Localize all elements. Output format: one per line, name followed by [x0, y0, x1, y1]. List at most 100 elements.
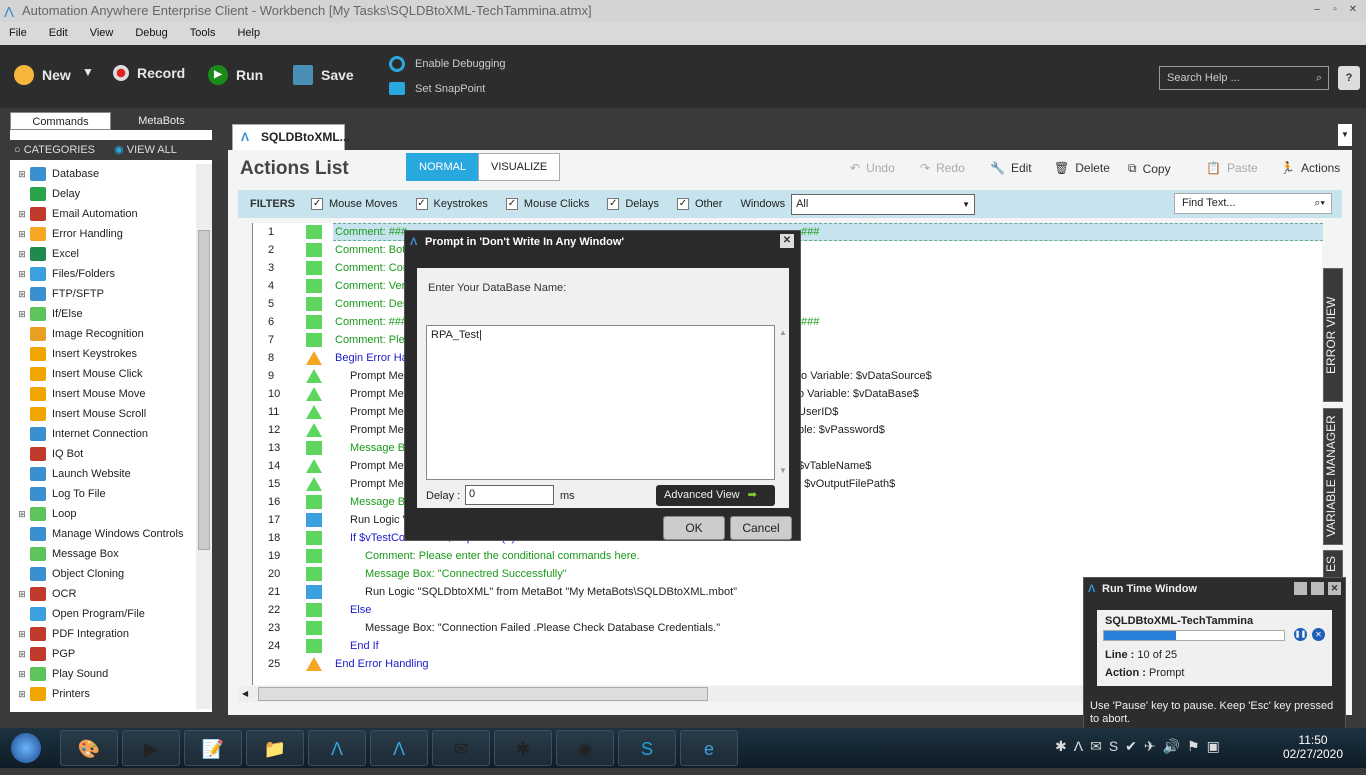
scroll-down-icon[interactable]: ▼: [779, 466, 787, 475]
command-item[interactable]: Launch Website: [10, 464, 195, 484]
taskbar-chrome[interactable]: ◉: [556, 730, 614, 766]
mode-normal-button[interactable]: NORMAL: [406, 153, 480, 181]
expand-icon[interactable]: ⊞: [17, 644, 27, 664]
taskbar-notepad[interactable]: 📝: [184, 730, 242, 766]
command-item[interactable]: ⊞ Files/Folders: [10, 264, 195, 284]
close-icon[interactable]: ✕: [1328, 582, 1341, 595]
command-item[interactable]: ⊞ Email Automation: [10, 204, 195, 224]
menu-file[interactable]: File: [9, 22, 27, 45]
menu-help[interactable]: Help: [237, 22, 260, 45]
command-item[interactable]: Manage Windows Controls: [10, 524, 195, 544]
expand-icon[interactable]: ⊞: [17, 204, 27, 224]
actions-button[interactable]: 🏃 Actions: [1280, 161, 1340, 175]
command-item[interactable]: ⊞ FTP/SFTP: [10, 284, 195, 304]
delete-button[interactable]: 🗑 Delete: [1054, 161, 1110, 175]
command-item[interactable]: Delay: [10, 184, 195, 204]
command-item[interactable]: ⊞ If/Else: [10, 304, 195, 324]
view-all-radio[interactable]: ◉ VIEW ALL: [114, 144, 177, 156]
categories-radio[interactable]: ○ CATEGORIES: [14, 144, 95, 156]
new-dropdown-button[interactable]: ▼: [82, 65, 94, 79]
expand-icon[interactable]: ⊞: [17, 624, 27, 644]
filter-checkbox[interactable]: ✓ Mouse Moves: [311, 198, 398, 210]
scroll-up-icon[interactable]: ▲: [779, 328, 787, 337]
taskbar-aa-1[interactable]: Λ: [308, 730, 366, 766]
filter-checkbox[interactable]: ✓ Other: [676, 198, 722, 210]
taskbar-slack[interactable]: ✱: [494, 730, 552, 766]
taskbar-skype[interactable]: S: [618, 730, 676, 766]
command-item[interactable]: ⊞ Database: [10, 164, 195, 184]
filter-checkbox[interactable]: ✓ Delays: [607, 198, 659, 210]
taskbar-paint[interactable]: 🎨: [60, 730, 118, 766]
undo-button[interactable]: ↶ Undo: [850, 161, 895, 175]
command-item[interactable]: ⊞ PDF Integration: [10, 624, 195, 644]
command-item[interactable]: Insert Mouse Move: [10, 384, 195, 404]
minimize-button[interactable]: –: [1310, 3, 1324, 17]
expand-icon[interactable]: ⊞: [17, 164, 27, 184]
stop-icon[interactable]: ✕: [1312, 628, 1325, 641]
filter-checkbox[interactable]: ✓ Mouse Clicks: [505, 198, 589, 210]
expand-icon[interactable]: ⊞: [17, 664, 27, 684]
save-button[interactable]: Save: [293, 65, 354, 85]
command-item[interactable]: ⊞ Play Sound: [10, 664, 195, 684]
command-item[interactable]: ⊞ PGP: [10, 644, 195, 664]
maximize-button[interactable]: [1311, 582, 1324, 595]
minimize-button[interactable]: [1294, 582, 1307, 595]
find-text-input[interactable]: Find Text... ⌕▾: [1174, 193, 1332, 214]
expand-icon[interactable]: ⊞: [17, 304, 27, 324]
command-item[interactable]: IQ Bot: [10, 444, 195, 464]
command-item[interactable]: Object Cloning: [10, 564, 195, 584]
scroll-left-icon[interactable]: ◀: [242, 689, 248, 698]
command-item[interactable]: Internet Connection: [10, 424, 195, 444]
prompt-input[interactable]: RPA_Test|: [426, 325, 775, 480]
scroll-thumb[interactable]: [198, 230, 210, 550]
menu-tools[interactable]: Tools: [190, 22, 216, 45]
menu-edit[interactable]: Edit: [49, 22, 68, 45]
edit-button[interactable]: 🔧 Edit: [990, 161, 1032, 175]
tab-metabots[interactable]: MetaBots: [111, 112, 212, 130]
command-item[interactable]: Log To File: [10, 484, 195, 504]
command-item[interactable]: ⊞ Printers: [10, 684, 195, 704]
menu-view[interactable]: View: [90, 22, 114, 45]
command-item[interactable]: Message Box: [10, 544, 195, 564]
taskbar-aa-2[interactable]: Λ: [370, 730, 428, 766]
delay-input[interactable]: 0: [465, 485, 554, 505]
expand-icon[interactable]: ⊞: [17, 224, 27, 244]
taskbar-media[interactable]: ▶: [122, 730, 180, 766]
scroll-thumb[interactable]: [258, 687, 708, 701]
taskbar-explorer[interactable]: 📁: [246, 730, 304, 766]
expand-icon[interactable]: ⊞: [17, 584, 27, 604]
mode-visualize-button[interactable]: VISUALIZE: [478, 153, 561, 181]
expand-icon[interactable]: ⊞: [17, 284, 27, 304]
command-item[interactable]: ⊞ Error Handling: [10, 224, 195, 244]
start-button[interactable]: [0, 730, 52, 766]
taskbar-ie[interactable]: e: [680, 730, 738, 766]
clock[interactable]: 11:50 02/27/2020: [1278, 733, 1348, 761]
taskbar-outlook[interactable]: ✉: [432, 730, 490, 766]
pause-icon[interactable]: ❚❚: [1294, 628, 1307, 641]
help-button[interactable]: ?: [1338, 66, 1360, 90]
tab-commands[interactable]: Commands: [10, 112, 111, 130]
set-snappoint-button[interactable]: Set SnapPoint: [389, 82, 485, 95]
search-help-input[interactable]: Search Help ... ⌕: [1159, 66, 1329, 90]
command-item[interactable]: ⊞ Excel: [10, 244, 195, 264]
side-tab-3[interactable]: ES: [1323, 550, 1343, 578]
redo-button[interactable]: ↷ Redo: [920, 161, 965, 175]
ok-button[interactable]: OK: [663, 516, 725, 540]
command-item[interactable]: Insert Keystrokes: [10, 344, 195, 364]
commands-scrollbar[interactable]: [196, 164, 212, 709]
advanced-view-button[interactable]: Advanced View ➡: [656, 485, 775, 506]
record-button[interactable]: Record: [113, 65, 185, 81]
expand-icon[interactable]: ⊞: [17, 504, 27, 524]
variable-manager-tab[interactable]: VARIABLE MANAGER: [1323, 408, 1343, 545]
command-item[interactable]: Insert Mouse Scroll: [10, 404, 195, 424]
close-button[interactable]: ✕: [1346, 3, 1360, 17]
expand-icon[interactable]: ⊞: [17, 244, 27, 264]
copy-button[interactable]: ⧉ Copy: [1128, 161, 1171, 176]
command-item[interactable]: ⊞ OCR: [10, 584, 195, 604]
command-item[interactable]: Image Recognition: [10, 324, 195, 344]
expand-icon[interactable]: ⊞: [17, 264, 27, 284]
enable-debugging-toggle[interactable]: Enable Debugging: [389, 56, 506, 72]
filter-checkbox[interactable]: ✓ Keystrokes: [415, 198, 488, 210]
cancel-button[interactable]: Cancel: [730, 516, 792, 540]
new-button[interactable]: New: [14, 65, 71, 85]
